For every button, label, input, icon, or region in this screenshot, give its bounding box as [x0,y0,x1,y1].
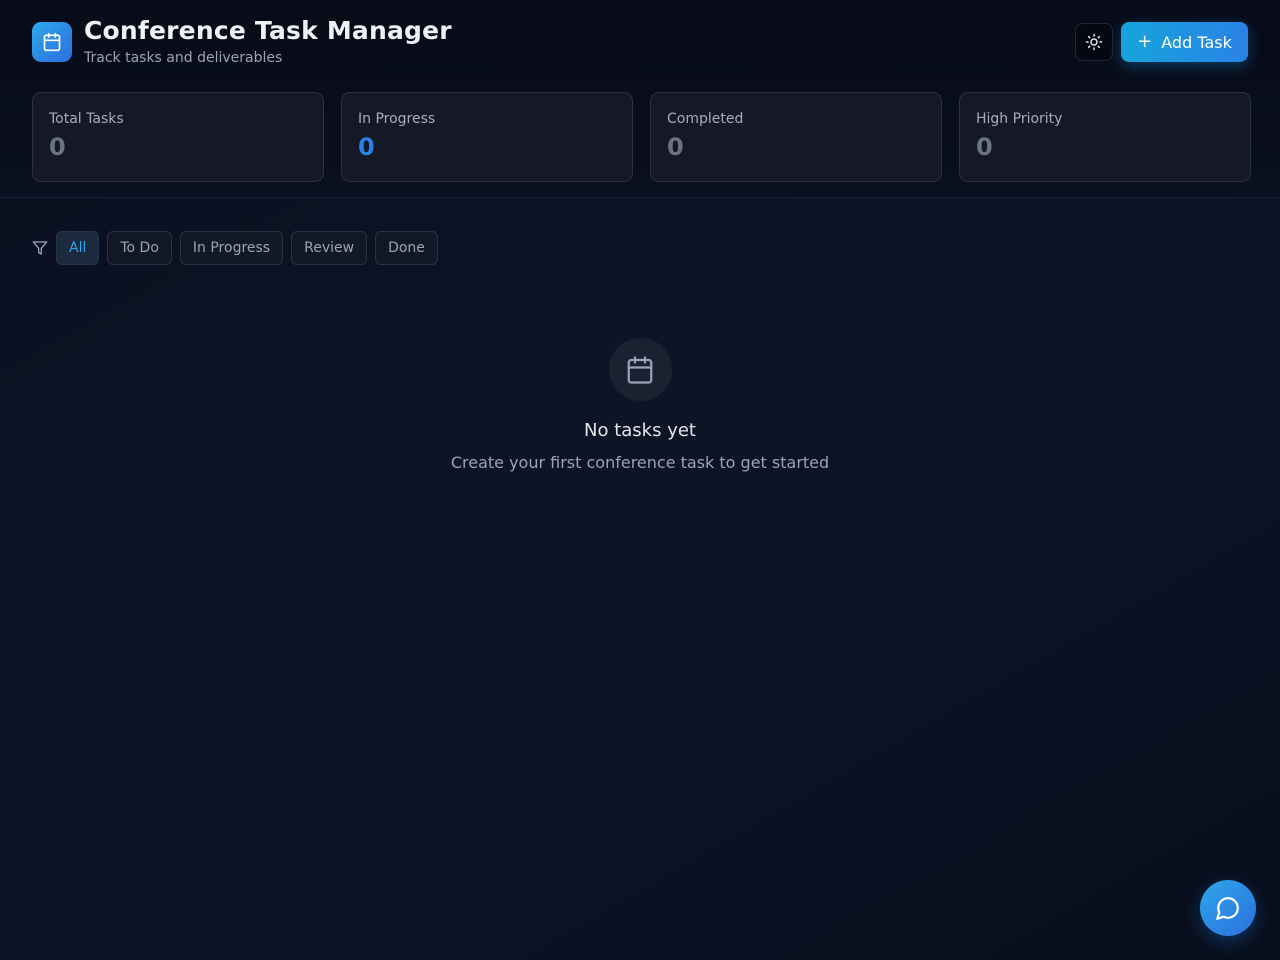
empty-state-message: Create your first conference task to get… [450,453,830,472]
stat-card-in-progress: In Progress 0 [341,92,633,182]
stats-row: Total Tasks 0 In Progress 0 Completed 0 … [32,92,1251,182]
stat-value: 0 [667,133,684,161]
stat-value: 0 [976,133,993,161]
stat-label: Completed [667,111,744,127]
filter-icon [32,240,48,256]
stat-label: Total Tasks [49,111,124,127]
plus-icon: + [1137,31,1153,52]
page-title: Conference Task Manager [84,16,452,45]
stat-label: High Priority [976,111,1063,127]
calendar-icon [43,32,61,52]
sun-icon [1085,33,1103,51]
page-subtitle: Track tasks and deliverables [84,50,283,66]
stat-value: 0 [358,133,375,161]
stat-card-completed: Completed 0 [650,92,942,182]
stat-card-total-tasks: Total Tasks 0 [32,92,324,182]
theme-toggle-button[interactable] [1075,23,1113,61]
filter-chip-review[interactable]: Review [291,231,368,265]
empty-state-title: No tasks yet [584,420,696,441]
add-task-button[interactable]: + Add Task [1121,22,1248,62]
empty-state: No tasks yet Create your first conferenc… [0,338,1280,472]
filter-bar: All To Do In Progress Review Done [32,231,446,265]
app-header: Conference Task Manager Track tasks and … [0,0,1280,198]
app-logo [32,22,72,62]
filter-chip-to-do[interactable]: To Do [107,231,172,265]
empty-state-calendar-icon [608,338,672,401]
chat-bubble-icon [1216,897,1239,920]
add-task-label: Add Task [1161,32,1232,52]
chat-button[interactable] [1200,880,1256,936]
filter-chip-all[interactable]: All [56,231,100,265]
stat-value: 0 [49,133,66,161]
filter-chip-done[interactable]: Done [375,231,438,265]
filter-chip-in-progress[interactable]: In Progress [179,231,284,265]
stat-label: In Progress [358,111,436,127]
stat-card-high-priority: High Priority 0 [959,92,1251,182]
